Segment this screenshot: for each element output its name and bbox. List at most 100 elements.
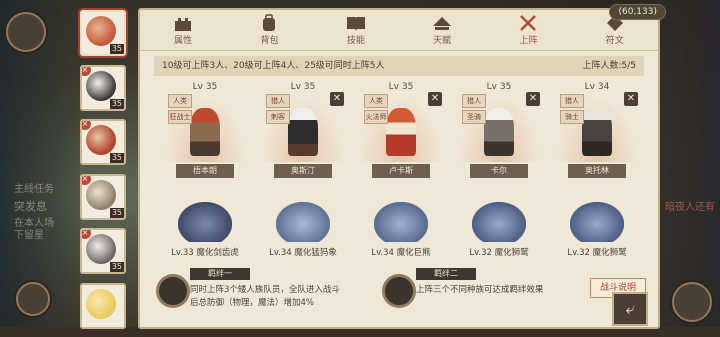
class-tag: 刺客 bbox=[266, 110, 290, 124]
pet-slot[interactable]: Lv.33 魔化剑齿虎 bbox=[160, 194, 250, 260]
hero-figure bbox=[288, 108, 318, 156]
hero-slot[interactable]: Lv 35 人类 火法师 ✕ 卢卡斯 bbox=[356, 82, 446, 180]
bond-title: 羁绊二 bbox=[416, 268, 476, 280]
menu-round-button[interactable] bbox=[672, 282, 712, 322]
bond-desc-line: 同时上阵3个矮人族队员，全队进入战斗 bbox=[190, 285, 340, 295]
hero-portrait bbox=[86, 70, 116, 101]
main-quest-label: 主线任务 bbox=[14, 184, 54, 195]
hero-level: 35 bbox=[109, 262, 124, 272]
roster-hero-card[interactable]: × 35 bbox=[80, 228, 126, 274]
hero-portrait bbox=[86, 16, 116, 46]
hero-slots: Lv 35 人类 狂战士 梧本朗 Lv 35 猎人 刺客 ✕ 奥斯汀 Lv 35… bbox=[152, 82, 646, 182]
pet-label: Lv.34 魔化猛犸象 bbox=[269, 248, 337, 258]
hero-level: 35 bbox=[109, 44, 124, 54]
remove-badge-icon[interactable]: × bbox=[82, 175, 91, 185]
tab-bar: 属性 背包 技能 天赋 上阵 符文 bbox=[140, 10, 658, 51]
hero-slot[interactable]: Lv 35 人类 狂战士 梧本朗 bbox=[160, 82, 250, 180]
tab-backpack[interactable]: 背包 bbox=[226, 10, 312, 50]
hero-name: 奥托林 bbox=[568, 164, 626, 178]
remove-hero-button[interactable]: ✕ bbox=[428, 92, 442, 106]
lineup-panel: (60,133) 属性 背包 技能 天赋 上阵 符文 10级可上阵3人、20级可… bbox=[138, 4, 666, 329]
pet-slot[interactable]: Lv.34 魔化巨熊 bbox=[356, 194, 446, 260]
hero-portrait bbox=[86, 288, 116, 319]
lineup-count: 上阵人数:5/5 bbox=[582, 61, 636, 71]
class-tag: 骑士 bbox=[560, 110, 584, 124]
slot-level: Lv 35 bbox=[388, 82, 414, 92]
race-tag: 猎人 bbox=[462, 94, 486, 108]
roster-hero-card[interactable]: × 35 bbox=[80, 64, 126, 111]
remove-badge-icon[interactable]: × bbox=[82, 121, 91, 130]
pet-figure bbox=[570, 202, 624, 242]
roster-hero-card[interactable]: 35 bbox=[80, 10, 126, 56]
player-avatar-button[interactable] bbox=[6, 12, 46, 52]
bond-two: 羁绊二 上阵三个不同种族可达成羁绊效果 bbox=[382, 266, 582, 316]
quest-title[interactable]: 突发息 bbox=[14, 198, 47, 214]
bond-emblem-icon[interactable] bbox=[382, 274, 416, 308]
tab-lineup[interactable]: 上阵 bbox=[485, 10, 571, 50]
pet-row: Lv.33 魔化剑齿虎 Lv.34 魔化猛犸象 Lv.34 魔化巨熊 Lv.32… bbox=[152, 194, 646, 264]
castle-icon bbox=[175, 18, 192, 31]
roster-hero-card[interactable]: × 35 bbox=[80, 173, 126, 220]
tab-label: 背包 bbox=[260, 36, 279, 46]
tab-label: 符文 bbox=[605, 36, 624, 46]
hero-portrait bbox=[86, 234, 116, 264]
hero-name: 卡尔 bbox=[470, 164, 528, 178]
remove-hero-button[interactable]: ✕ bbox=[330, 92, 344, 106]
hero-name: 梧本朗 bbox=[176, 164, 234, 178]
remove-hero-button[interactable]: ✕ bbox=[624, 92, 638, 106]
bond-description: 同时上阵3个矮人族队员，全队进入战斗 后总防御（物理，魔法）增加4% bbox=[190, 284, 340, 310]
hero-portrait bbox=[86, 125, 116, 155]
race-tag: 人类 bbox=[364, 94, 388, 108]
race-tag: 猎人 bbox=[560, 94, 584, 108]
bond-one: 羁绊一 同时上阵3个矮人族队员，全队进入战斗 后总防御（物理，魔法）增加4% bbox=[156, 266, 366, 316]
backpack-icon bbox=[263, 14, 276, 31]
crossed-swords-icon bbox=[520, 15, 537, 31]
hero-slot[interactable]: Lv 35 猎人 圣骑 ✕ 卡尔 bbox=[454, 82, 544, 180]
race-tag: 人类 bbox=[168, 94, 192, 108]
tab-skills[interactable]: 技能 bbox=[313, 10, 399, 50]
roster-hero-card[interactable] bbox=[80, 282, 126, 329]
hero-slot[interactable]: Lv 34 猎人 骑士 ✕ 奥托林 bbox=[552, 82, 642, 180]
remove-badge-icon[interactable]: × bbox=[82, 66, 91, 76]
pet-label: Lv.32 魔化狮鹫 bbox=[567, 248, 627, 258]
map-round-button[interactable] bbox=[16, 282, 50, 316]
tab-label: 技能 bbox=[346, 36, 365, 46]
hero-figure bbox=[582, 108, 612, 156]
hero-roster: 35 × 35 × 35 × 35 × 35 bbox=[80, 10, 126, 337]
tab-label: 上阵 bbox=[519, 36, 538, 46]
hero-name: 卢卡斯 bbox=[372, 164, 430, 178]
hero-level: 35 bbox=[109, 98, 124, 109]
tab-label: 属性 bbox=[174, 36, 193, 46]
hero-level: 35 bbox=[109, 207, 124, 218]
slot-level: Lv 35 bbox=[192, 82, 218, 92]
left-world-view bbox=[0, 0, 80, 327]
right-event-text: 暗夜人还有 bbox=[665, 202, 715, 213]
quest-desc-2: 下留星 bbox=[14, 230, 44, 241]
remove-badge-icon[interactable]: × bbox=[82, 230, 91, 239]
back-arrow-button[interactable]: ⤶ bbox=[612, 292, 648, 326]
hero-slot[interactable]: Lv 35 猎人 刺客 ✕ 奥斯汀 bbox=[258, 82, 348, 180]
pet-slot[interactable]: Lv.32 魔化狮鹫 bbox=[552, 194, 642, 260]
bond-title: 羁绊一 bbox=[190, 268, 250, 280]
remove-hero-button[interactable]: ✕ bbox=[526, 92, 540, 106]
lineup-rule-text: 10级可上阵3人、20级可上阵4人、25级可同时上阵5人 bbox=[162, 61, 385, 71]
tab-attributes[interactable]: 属性 bbox=[140, 10, 226, 50]
pet-label: Lv.33 魔化剑齿虎 bbox=[171, 248, 239, 258]
hero-figure bbox=[386, 108, 416, 156]
bond-desc-line: 后总防御（物理，魔法）增加4% bbox=[190, 298, 314, 308]
hero-figure bbox=[190, 108, 220, 156]
roster-hero-card[interactable]: × 35 bbox=[80, 119, 126, 165]
pet-label: Lv.32 魔化狮鹫 bbox=[469, 248, 529, 258]
pet-slot[interactable]: Lv.34 魔化猛犸象 bbox=[258, 194, 348, 260]
race-tag: 猎人 bbox=[266, 94, 290, 108]
talent-icon bbox=[433, 17, 452, 30]
currency-counter: (60,133) bbox=[609, 4, 666, 20]
class-tag: 圣骑 bbox=[462, 110, 486, 124]
bond-emblem-icon[interactable] bbox=[156, 274, 190, 308]
tab-talent[interactable]: 天赋 bbox=[399, 10, 485, 50]
hero-portrait bbox=[86, 179, 116, 210]
slot-level: Lv 34 bbox=[584, 82, 610, 92]
class-tag: 狂战士 bbox=[168, 110, 192, 124]
hero-name: 奥斯汀 bbox=[274, 164, 332, 178]
pet-slot[interactable]: Lv.32 魔化狮鹫 bbox=[454, 194, 544, 260]
